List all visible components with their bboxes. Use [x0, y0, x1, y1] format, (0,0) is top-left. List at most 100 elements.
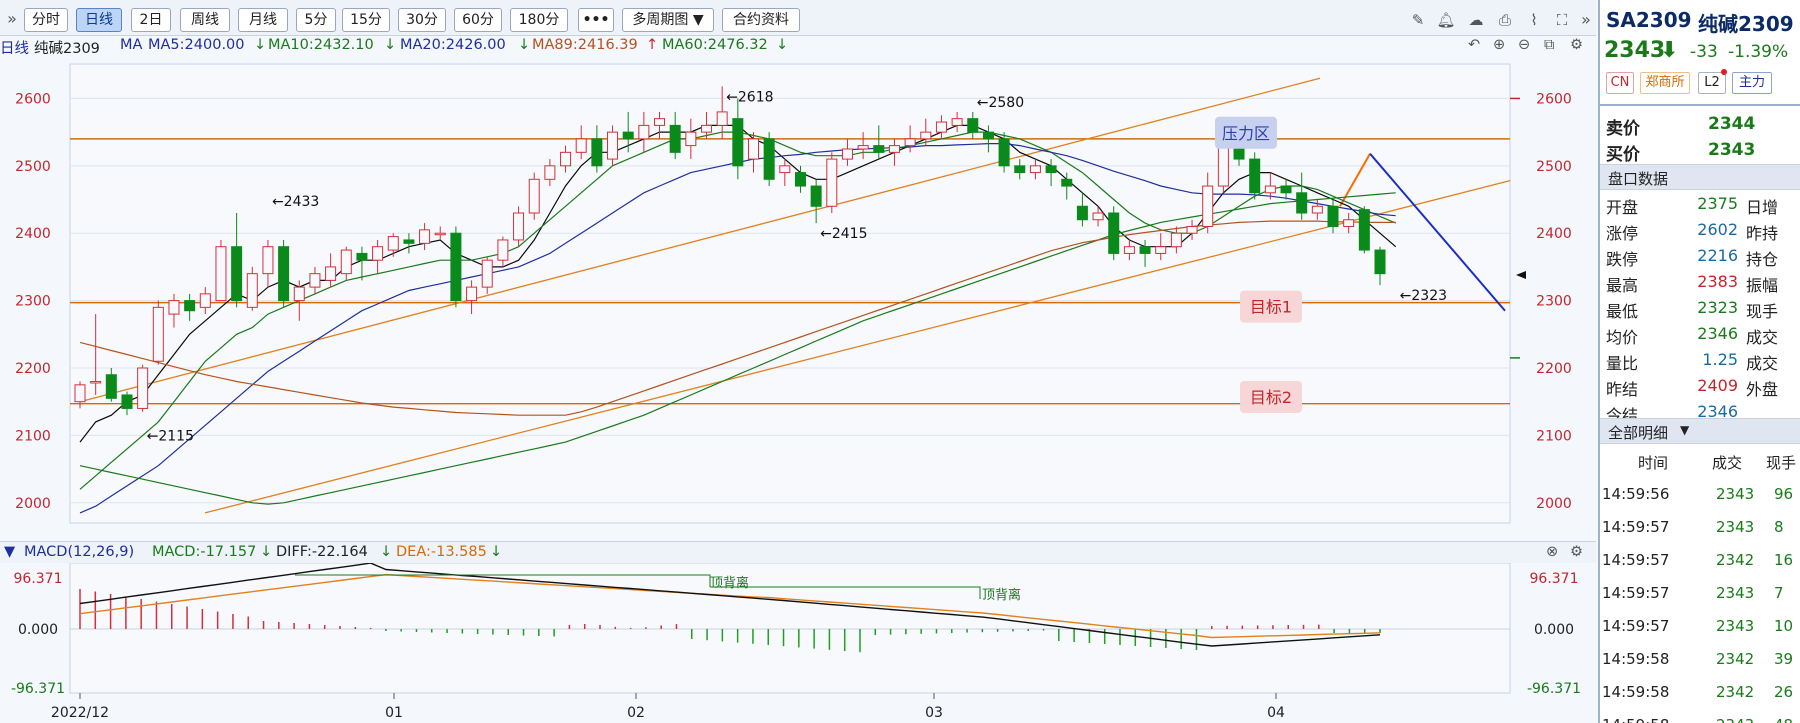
candle-body	[340, 249, 352, 275]
trade-price: 2343	[1716, 518, 1755, 536]
candle-body	[419, 229, 431, 244]
camera-icon[interactable]: ⎙	[1495, 10, 1515, 30]
symbol-code: SA2309	[1606, 8, 1692, 32]
period-button-180min[interactable]: 180分	[510, 8, 568, 32]
candle-body	[982, 131, 994, 140]
chevron-down-icon[interactable]: ▼	[1680, 423, 1689, 437]
zoom-out-icon[interactable]: ⊖	[1518, 37, 1530, 53]
period-button-monthly[interactable]: 月线	[238, 8, 288, 32]
row-value: 2602	[1697, 220, 1738, 239]
down-arrow-icon: ↓	[380, 544, 393, 560]
price-annotation: ←2618	[726, 89, 773, 105]
candle-body	[654, 118, 666, 126]
row-extra-label: 振幅	[1746, 276, 1779, 295]
period-button-30min[interactable]: 30分	[398, 8, 446, 32]
double-chevron-right-icon[interactable]: »	[1576, 10, 1596, 30]
close-icon[interactable]: ⊗	[1546, 544, 1558, 560]
trade-price: 2343	[1716, 485, 1755, 503]
market-data-header[interactable]: 盘口数据	[1600, 164, 1800, 190]
candle-body	[387, 236, 399, 251]
candlestick-chart[interactable]: 2600 2600 2500 2500 2400 2400 2300 2300 2200 2200…	[0, 58, 1596, 541]
y-tick-label-right: 2400	[1536, 226, 1572, 242]
period-button-60min[interactable]: 60分	[454, 8, 502, 32]
down-arrow-icon: ⬇	[1660, 38, 1679, 63]
candle-body	[669, 124, 681, 153]
settings-icon[interactable]: ⚙	[1570, 544, 1583, 560]
undo-icon[interactable]: ↶	[1468, 37, 1480, 53]
divergence-label: 顶背离	[710, 575, 749, 591]
candle-body	[105, 374, 117, 399]
period-button-15min[interactable]: 15分	[342, 8, 390, 32]
candle-body	[841, 148, 853, 160]
contract-info-button[interactable]: 合约资料	[722, 8, 800, 32]
trade-detail-header[interactable]: 全部明细 ▼	[1600, 418, 1800, 444]
cloud-icon[interactable]: ☁	[1466, 10, 1486, 30]
trade-time: 14:59:58	[1602, 650, 1670, 668]
x-tick-label: 2022/12	[51, 705, 109, 721]
zone-label: 目标2	[1250, 388, 1292, 407]
period-button-intraday[interactable]: 分时	[24, 8, 68, 32]
row-extra-label: 现手	[1746, 302, 1779, 321]
ruler-icon[interactable]: ⌇	[1524, 10, 1544, 30]
row-label: 最高	[1606, 276, 1639, 295]
period-button-weekly[interactable]: 周线	[180, 8, 230, 32]
divergence-label: 顶背离	[982, 587, 1021, 603]
candle-body	[685, 131, 697, 147]
candle-body	[325, 266, 337, 281]
candle-body	[1029, 165, 1041, 174]
divider	[1600, 104, 1800, 106]
x-tick-label: 04	[1267, 705, 1285, 721]
macd-chart[interactable]: 96.3710.000-96.37196.3710.000-96.371顶背离顶…	[0, 563, 1596, 723]
period-button-2day[interactable]: 2日	[131, 8, 171, 32]
column-header-volume: 现手	[1766, 454, 1797, 472]
price-annotation: ←2433	[272, 194, 319, 210]
price-annotation: ←2580	[977, 95, 1024, 111]
x-tick-label: 01	[385, 705, 403, 721]
candle-body	[1311, 205, 1323, 214]
tag-main: 主力	[1732, 72, 1772, 94]
row-value: 2375	[1697, 194, 1738, 213]
candle-body	[1076, 205, 1088, 221]
trade-price: 2343	[1716, 584, 1755, 602]
candle-body	[528, 178, 540, 214]
collapse-icon[interactable]: ▼	[4, 544, 15, 560]
trade-volume: 7	[1774, 584, 1784, 602]
candle-body	[1358, 209, 1370, 251]
period-button-5min[interactable]: 5分	[296, 8, 336, 32]
price-annotation: ←2415	[820, 226, 867, 242]
multi-period-dropdown[interactable]: 多周期图 ▼	[622, 8, 714, 32]
draw-pen-icon[interactable]: ✎	[1408, 10, 1428, 30]
price-change: -33	[1690, 42, 1718, 62]
candle-body	[1045, 165, 1057, 174]
candle-body	[873, 145, 885, 153]
more-button[interactable]: •••	[578, 8, 614, 32]
candle-body	[152, 306, 164, 362]
macd-tick-label: 0.000	[1534, 622, 1574, 638]
trade-volume: 16	[1774, 551, 1794, 569]
row-label: 跌停	[1606, 250, 1639, 269]
candle-body	[1374, 249, 1386, 275]
double-chevron-right-icon[interactable]: »	[2, 9, 22, 29]
candle-body	[434, 232, 446, 236]
zoom-in-icon[interactable]: ⊕	[1493, 37, 1505, 53]
candle-body	[560, 151, 572, 167]
candle-body	[246, 273, 258, 308]
candle-body	[544, 165, 556, 180]
candle-body	[1092, 212, 1104, 221]
period-button-daily[interactable]: 日线	[76, 8, 122, 32]
candle-body	[1296, 192, 1308, 214]
bell-icon[interactable]: 🔔︎	[1436, 10, 1456, 30]
layout-icon[interactable]: ⧉	[1544, 37, 1554, 53]
fullscreen-icon[interactable]: ⛶	[1552, 10, 1572, 30]
trade-volume: 26	[1774, 683, 1794, 701]
candle-body	[1139, 246, 1151, 254]
candle-body	[168, 300, 180, 315]
candle-body	[1217, 145, 1229, 187]
candle-body	[967, 118, 979, 133]
current-price-marker	[1516, 271, 1526, 279]
settings-icon[interactable]: ⚙	[1570, 37, 1583, 53]
row-extra-label: 外盘	[1746, 380, 1779, 399]
down-arrow-icon: ↓	[518, 37, 531, 53]
trade-volume: 39	[1774, 650, 1794, 668]
candle-body	[607, 131, 619, 160]
